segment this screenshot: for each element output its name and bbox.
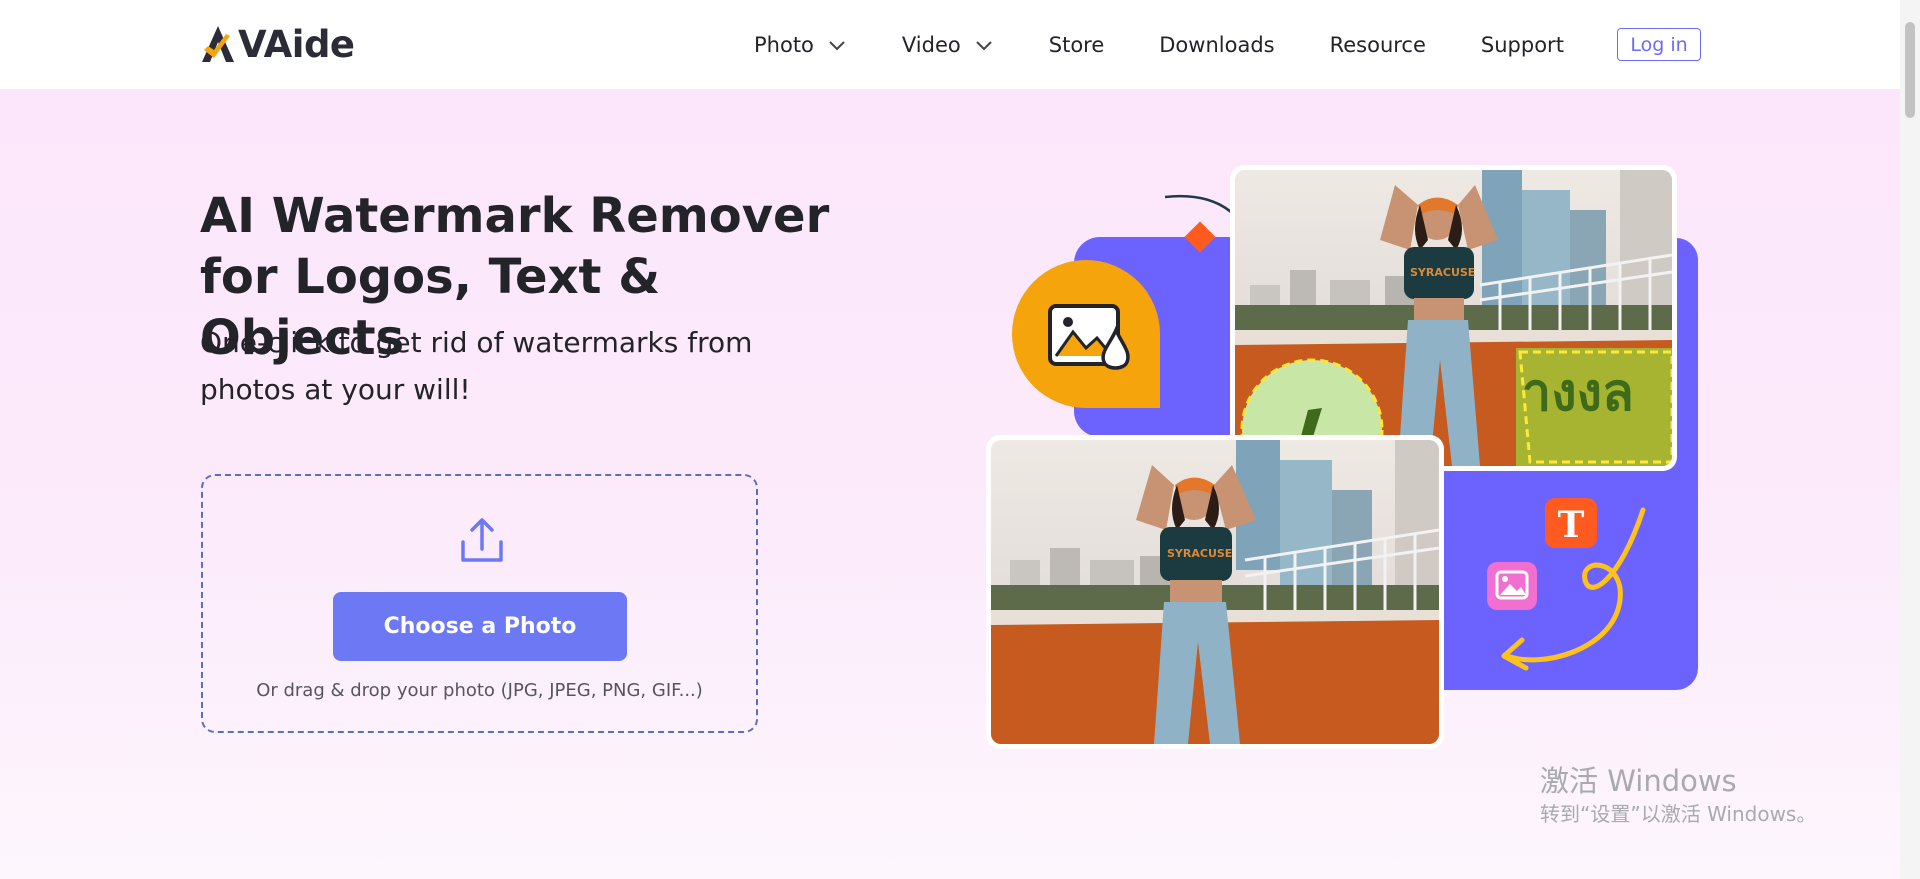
title-line-1: AI Watermark Remover	[200, 188, 830, 244]
choose-photo-button[interactable]: Choose a Photo	[333, 592, 627, 661]
nav-resource[interactable]: Resource	[1330, 33, 1426, 57]
upload-dropzone[interactable]: Choose a Photo Or drag & drop your photo…	[201, 474, 758, 733]
nav-video-label: Video	[901, 32, 961, 57]
upload-icon	[461, 518, 503, 562]
main-nav: Photo Video Store Downloads Resource Sup…	[754, 0, 1564, 89]
site-logo[interactable]: VAide	[200, 22, 355, 66]
subtitle-line-2: photos at your will!	[200, 373, 471, 406]
windows-watermark-line-2: 转到“设置”以激活 Windows。	[1540, 802, 1817, 826]
nav-store[interactable]: Store	[1049, 33, 1105, 57]
subtitle-line-1: One-click to get rid of watermarks from	[200, 326, 753, 359]
nav-store-label: Store	[1048, 32, 1105, 57]
scrollbar-thumb[interactable]	[1905, 22, 1915, 118]
nav-video[interactable]: Video	[902, 33, 993, 57]
nav-photo[interactable]: Photo	[754, 33, 846, 57]
nav-support[interactable]: Support	[1481, 33, 1564, 57]
nav-resource-label: Resource	[1329, 32, 1426, 57]
nav-downloads[interactable]: Downloads	[1159, 33, 1274, 57]
site-header: VAide Photo Video Store Downloads Resour…	[0, 0, 1900, 89]
logo-a-icon	[202, 26, 234, 62]
nav-downloads-label: Downloads	[1159, 32, 1275, 57]
page-subtitle: One-click to get rid of watermarks from …	[200, 319, 760, 413]
nav-support-label: Support	[1480, 32, 1564, 57]
chevron-down-icon	[976, 40, 992, 50]
windows-watermark-line-1: 激活 Windows	[1540, 764, 1737, 798]
login-button[interactable]: Log in	[1617, 28, 1701, 61]
drop-hint: Or drag & drop your photo (JPG, JPEG, PN…	[256, 680, 703, 701]
nav-photo-label: Photo	[754, 32, 814, 57]
page-scrollbar[interactable]	[1900, 0, 1920, 879]
chevron-down-icon	[829, 40, 845, 50]
logo-text: VAide	[238, 22, 355, 66]
windows-activation-watermark: 激活 Windows 转到“设置”以激活 Windows。	[1540, 762, 1816, 828]
